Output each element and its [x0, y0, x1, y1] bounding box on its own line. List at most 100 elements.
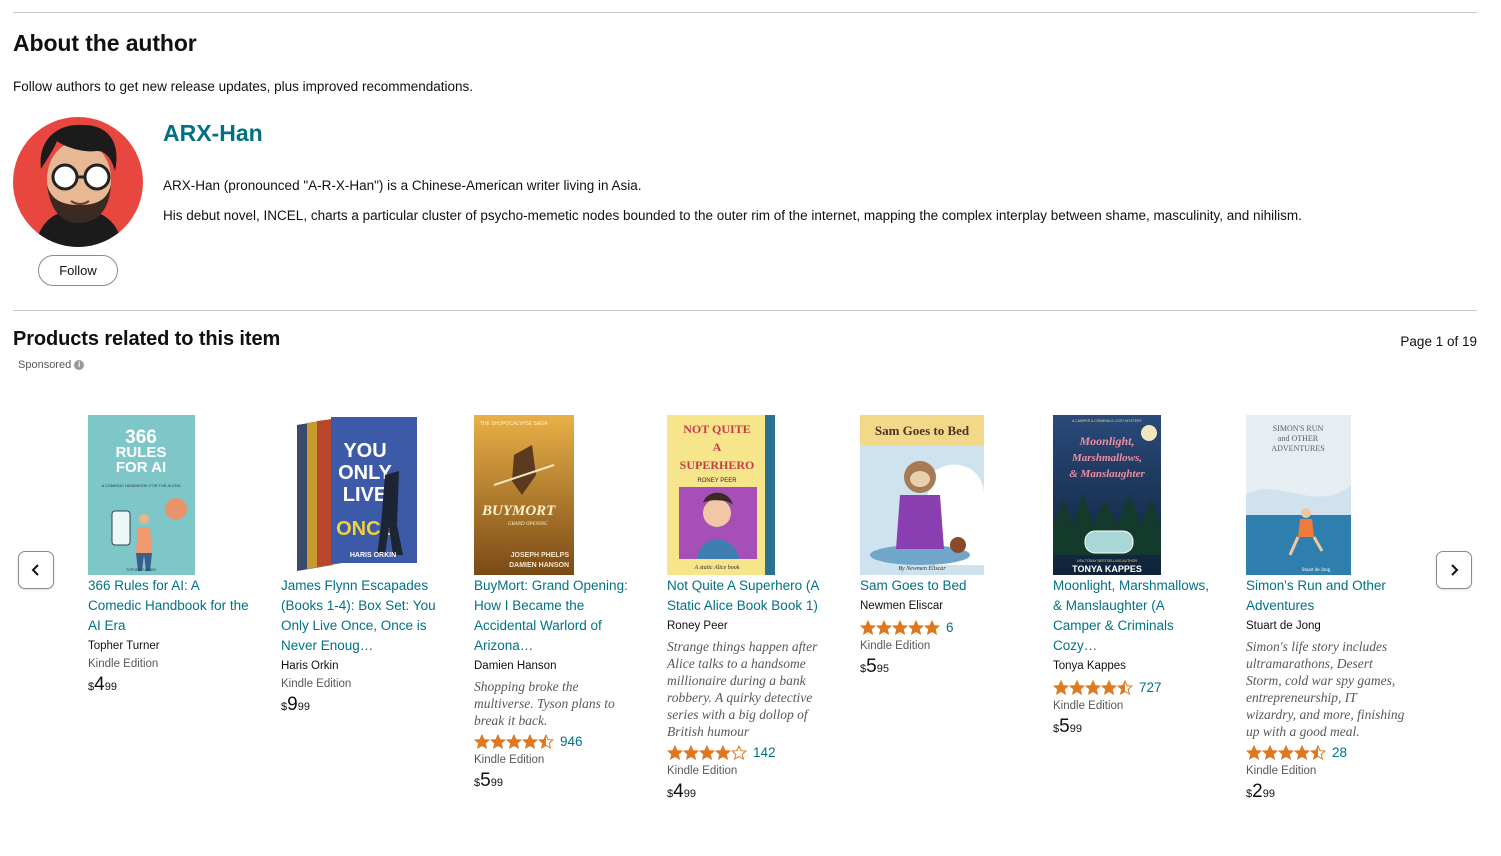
product-blurb: Simon's life story includes ultramaratho… [1246, 639, 1405, 739]
star-icon [474, 733, 490, 749]
svg-text:HARIS ORKIN: HARIS ORKIN [350, 552, 396, 559]
book-cover[interactable]: THE SHOPOCALYPSE SAGA BUYMORT GRAND OPEN… [474, 415, 636, 575]
product-rating[interactable]: 28 [1246, 742, 1408, 762]
star-icon [1069, 679, 1085, 695]
chevron-left-icon [31, 564, 39, 576]
product-author: Roney Peer [667, 620, 728, 632]
svg-text:ADVENTURES: ADVENTURES [1271, 444, 1324, 453]
about-author-heading: About the author [13, 30, 197, 56]
svg-text:ONLY: ONLY [338, 462, 392, 484]
product-card: YOU ONLY LIVE ONCE HARIS ORKIN James Fly… [281, 415, 443, 716]
product-title-link[interactable]: Moonlight, Marshmallows, & Manslaughter … [1053, 576, 1215, 656]
product-card: THE SHOPOCALYPSE SAGA BUYMORT GRAND OPEN… [474, 415, 636, 792]
svg-text:A CAMPER & CRIMINALS COZY MYST: A CAMPER & CRIMINALS COZY MYSTERY [1072, 419, 1143, 423]
product-rating[interactable]: 727 [1053, 677, 1215, 697]
product-title-link[interactable]: Sam Goes to Bed [860, 576, 1022, 596]
author-name-link[interactable]: ARX-Han [163, 120, 263, 147]
product-card: A CAMPER & CRIMINALS COZY MYSTERY Moonli… [1053, 415, 1215, 738]
top-divider [13, 12, 1477, 13]
product-title-link[interactable]: BuyMort: Grand Opening: How I Became the… [474, 576, 636, 656]
svg-text:FOR AI: FOR AI [116, 459, 166, 476]
svg-text:By Newmen Eliscar: By Newmen Eliscar [898, 566, 946, 572]
sponsored-label[interactable]: Sponsored i [18, 359, 85, 371]
svg-text:GRAND OPENING: GRAND OPENING [508, 522, 548, 527]
star-icon [924, 619, 940, 635]
star-icon [860, 619, 876, 635]
svg-text:YOU: YOU [343, 440, 386, 462]
product-format: Kindle Edition [1246, 765, 1317, 777]
star-icon [522, 733, 538, 749]
product-title-link[interactable]: James Flynn Escapades (Books 1-4): Box S… [281, 576, 443, 656]
product-card: 366 RULES FOR AI A COMEDIC HANDBOOK FOR … [88, 415, 250, 696]
book-cover[interactable]: Sam Goes to Bed By Newmen Eliscar [860, 415, 1022, 575]
product-title-link[interactable]: Not Quite A Superhero (A Static Alice Bo… [667, 576, 829, 616]
product-price[interactable]: $595 [860, 656, 1022, 678]
svg-text:THE SHOPOCALYPSE SAGA: THE SHOPOCALYPSE SAGA [480, 421, 548, 427]
product-rating[interactable]: 946 [474, 731, 636, 751]
review-count-link[interactable]: 6 [946, 620, 954, 635]
star-icon [1310, 744, 1326, 760]
author-avatar[interactable] [13, 117, 143, 247]
star-icon [538, 733, 554, 749]
chevron-right-icon [1451, 564, 1459, 576]
star-icon [1117, 679, 1133, 695]
svg-text:DAMIEN HANSON: DAMIEN HANSON [509, 562, 569, 569]
review-count-link[interactable]: 142 [753, 745, 776, 760]
star-icon [490, 733, 506, 749]
star-icon [715, 744, 731, 760]
review-count-link[interactable]: 28 [1332, 745, 1347, 760]
book-cover[interactable]: SIMON'S RUN and OTHER ADVENTURES Stuart … [1246, 415, 1408, 575]
book-cover[interactable]: NOT QUITE A SUPERHERO RONEY PEER A stati… [667, 415, 829, 575]
product-format: Kindle Edition [474, 754, 545, 766]
product-title-link[interactable]: Simon's Run and Other Adventures [1246, 576, 1408, 616]
book-cover[interactable]: 366 RULES FOR AI A COMEDIC HANDBOOK FOR … [88, 415, 250, 575]
svg-text:JOSEPH PHELPS: JOSEPH PHELPS [511, 552, 570, 559]
review-count-link[interactable]: 946 [560, 734, 583, 749]
star-rating [667, 744, 747, 760]
svg-text:Moonlight,: Moonlight, [1078, 434, 1134, 448]
svg-text:A COMEDIC HANDBOOK FOR THE AI: A COMEDIC HANDBOOK FOR THE AI ERA [101, 483, 180, 488]
product-format: Kindle Edition [281, 678, 352, 690]
product-blurb: Shopping broke the multiverse. Tyson pla… [474, 679, 615, 728]
star-rating [1053, 679, 1133, 695]
star-rating [860, 619, 940, 635]
svg-text:Stuart de Jong: Stuart de Jong [1302, 568, 1331, 573]
product-card: Sam Goes to Bed By Newmen Eliscar Sam Go… [860, 415, 1022, 678]
product-card: SIMON'S RUN and OTHER ADVENTURES Stuart … [1246, 415, 1408, 803]
product-author: Tonya Kappes [1053, 660, 1126, 672]
product-author: Stuart de Jong [1246, 620, 1321, 632]
product-rating[interactable]: 142 [667, 742, 829, 762]
author-bio-line-2: His debut novel, INCEL, charts a particu… [163, 208, 1302, 223]
product-price[interactable]: $499 [88, 674, 250, 696]
carousel-prev-button[interactable] [18, 551, 54, 589]
svg-text:A static Alice book: A static Alice book [694, 565, 740, 571]
product-price[interactable]: $999 [281, 694, 443, 716]
product-author: Haris Orkin [281, 660, 339, 672]
svg-text:SUPERHERO: SUPERHERO [680, 458, 755, 472]
follow-button[interactable]: Follow [38, 255, 118, 286]
svg-text:TONYA KAPPES: TONYA KAPPES [1072, 564, 1142, 574]
star-icon [1278, 744, 1294, 760]
star-icon [1262, 744, 1278, 760]
star-rating [1246, 744, 1326, 760]
product-price[interactable]: $299 [1246, 781, 1408, 803]
product-format: Kindle Edition [88, 658, 159, 670]
carousel-next-button[interactable] [1436, 551, 1472, 589]
book-cover[interactable]: YOU ONLY LIVE ONCE HARIS ORKIN [281, 415, 443, 575]
product-title-link[interactable]: 366 Rules for AI: A Comedic Handbook for… [88, 576, 250, 636]
product-format: Kindle Edition [1053, 700, 1124, 712]
product-price[interactable]: $599 [1053, 716, 1215, 738]
product-price[interactable]: $499 [667, 781, 829, 803]
review-count-link[interactable]: 727 [1139, 680, 1162, 695]
star-icon [1294, 744, 1310, 760]
book-cover[interactable]: A CAMPER & CRIMINALS COZY MYSTERY Moonli… [1053, 415, 1215, 575]
follow-note: Follow authors to get new release update… [13, 79, 473, 94]
product-price[interactable]: $599 [474, 770, 636, 792]
info-icon[interactable]: i [74, 360, 85, 370]
product-blurb: Strange things happen after Alice talks … [667, 639, 818, 739]
star-icon [876, 619, 892, 635]
star-icon [892, 619, 908, 635]
product-rating[interactable]: 6 [860, 617, 1022, 637]
star-icon [1246, 744, 1262, 760]
related-products-heading: Products related to this item [13, 328, 281, 350]
